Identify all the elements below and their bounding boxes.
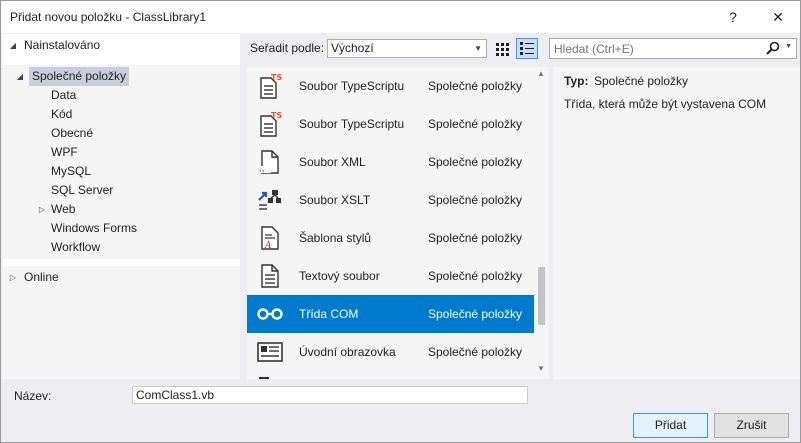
window-title: Přidat novou položku - ClassLibrary1 [10,10,207,24]
template-name: Třída COM [299,307,359,321]
template-category: Společné položky [428,117,523,131]
template-list-scrollbar[interactable]: ▲ ▼ [534,67,549,379]
tree-item-sql-server[interactable]: SQL Server [51,181,113,200]
scroll-thumb[interactable] [538,267,545,325]
tree-gap [2,58,240,65]
tree-item-label: Nainstalováno [24,38,101,52]
sort-value: Výchozí [331,41,374,55]
sort-label: Seřadit podle: [250,41,325,55]
name-input[interactable] [132,386,528,404]
template-info-panel: Typ: Společné položky Třída, která může … [553,67,800,379]
template-name: Soubor TypeScriptu [299,117,405,131]
collapse-arrow-icon[interactable]: ◢ [8,36,18,55]
help-button[interactable]: ? [711,1,755,33]
expand-arrow-icon[interactable]: ▷ [37,200,47,219]
template-category: Společné položky [428,155,523,169]
template-category: Společné položky [428,345,523,359]
template-category: Společné položky [428,269,523,283]
template-name: Úvodní obrazovka [299,345,396,359]
type-value: Společné položky [594,74,689,88]
partial-icon [259,377,269,379]
tree-item-label: Společné položky [29,67,130,86]
chevron-down-icon: ▼ [474,44,482,53]
template-row-partial[interactable] [247,371,534,379]
svg-text:TS: TS [271,73,282,82]
svg-text:‹›: ‹› [259,167,265,175]
name-label: Název: [14,389,52,403]
template-row[interactable]: Textový soubor Společné položky [247,257,534,295]
template-row[interactable]: TS Soubor TypeScriptu Společné položky [247,67,534,105]
search-icon[interactable] [766,41,780,55]
xslt-file-icon [258,190,281,210]
template-row-selected[interactable]: Třída COM Společné položky [247,295,534,333]
tree-item-general[interactable]: Obecné [51,124,93,143]
add-new-item-dialog: Přidat novou položku - ClassLibrary1 ? ✕… [0,0,801,443]
list-view-icon [520,42,534,55]
tree-item-workflow[interactable]: Workflow [51,238,100,257]
text-file-icon [261,264,279,288]
xml-file-icon: ‹› [259,150,279,175]
template-category: Společné položky [428,193,523,207]
com-class-icon [257,308,283,320]
grid-view-button[interactable] [492,39,513,59]
tree-item-mysql[interactable]: MySQL [51,162,91,181]
cancel-button[interactable]: Zrušit [714,413,789,438]
stylesheet-icon: A [261,226,279,251]
tree-item-wpf[interactable]: WPF [51,143,78,162]
collapse-arrow-icon[interactable]: ◢ [15,67,25,86]
category-tree: ◢ Nainstalováno ◢ Společné položky Data … [2,34,240,379]
title-bar: Přidat novou položku - ClassLibrary1 ? ✕ [1,1,800,33]
scroll-down-icon[interactable]: ▼ [537,364,545,373]
template-name: Textový soubor [299,269,380,283]
template-row[interactable]: Soubor XSLT Společné položky [247,181,534,219]
template-name: Soubor XSLT [299,193,371,207]
type-label: Typ: [564,74,589,88]
splash-screen-icon [257,342,283,362]
template-row[interactable]: A Šablona stylů Společné položky [247,219,534,257]
template-list: TS Soubor TypeScriptu Společné položky T… [247,67,549,379]
tree-item-label: Online [24,270,59,284]
tree-item-common[interactable]: ◢ Společné položky [2,67,240,86]
typescript-file-icon: TS [260,73,282,99]
scroll-up-icon[interactable]: ▲ [537,69,545,78]
template-row[interactable]: ‹› Soubor XML Společné položky [247,143,534,181]
template-description: Třída, která může být vystavena COM [564,97,767,111]
tree-item-label: Web [51,202,76,216]
close-button[interactable]: ✕ [756,1,800,33]
template-row[interactable]: Úvodní obrazovka Společné položky [247,333,534,371]
template-name: Šablona stylů [299,231,372,245]
svg-text:A: A [264,241,272,251]
help-icon: ? [729,9,737,25]
template-name: Soubor TypeScriptu [299,79,405,93]
template-category: Společné položky [428,79,523,93]
tree-item-data[interactable]: Data [51,86,76,105]
sort-dropdown[interactable]: Výchozí ▼ [327,39,487,58]
template-name: Soubor XML [299,155,366,169]
search-box[interactable]: ▼ [549,38,797,59]
expand-arrow-icon[interactable]: ▷ [8,268,18,287]
search-input[interactable] [554,41,764,57]
add-button[interactable]: Přidat [633,413,708,438]
template-row[interactable]: TS Soubor TypeScriptu Společné položky [247,105,534,143]
tree-gap [2,259,240,266]
template-category: Společné položky [428,307,523,321]
typescript-file-icon: TS [260,111,282,137]
template-category: Společné položky [428,231,523,245]
tree-item-windows-forms[interactable]: Windows Forms [51,219,137,238]
close-icon: ✕ [772,8,784,25]
list-view-button[interactable] [516,38,538,59]
chevron-down-icon[interactable]: ▼ [785,43,792,50]
grid-view-icon [496,42,509,56]
tree-item-code[interactable]: Kód [51,105,72,124]
svg-text:TS: TS [271,111,282,120]
